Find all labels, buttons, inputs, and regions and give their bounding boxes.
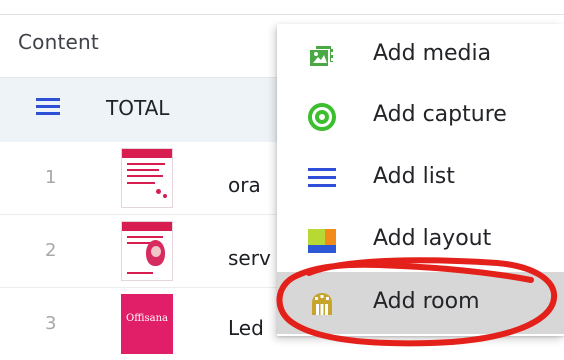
content-name[interactable]: ora — [228, 173, 261, 197]
content-title: Content — [18, 30, 99, 54]
room-icon — [308, 290, 336, 318]
capture-icon — [308, 103, 336, 131]
menu-item-label: Add capture — [373, 102, 507, 127]
thumbnail-line — [127, 236, 163, 238]
thumbnail-line — [127, 163, 165, 165]
thumbnail-header — [122, 149, 172, 158]
row-number: 1 — [45, 167, 57, 188]
menu-item-label: Add layout — [373, 226, 492, 251]
add-layout-menu-item[interactable]: Add layout — [277, 209, 564, 271]
list-line-icon — [308, 184, 336, 187]
list-icon — [308, 165, 336, 193]
add-list-menu-item[interactable]: Add list — [277, 147, 564, 209]
row-number: 2 — [45, 240, 57, 261]
total-column-header: TOTAL — [106, 96, 170, 120]
thumbnail-header — [122, 222, 172, 231]
thumbnail-portrait — [146, 240, 165, 266]
thumbnail-dot — [163, 194, 167, 198]
thumbnail-line — [127, 182, 155, 184]
list-line-icon — [308, 168, 336, 171]
thumbnail-brand-text: Offisana — [126, 313, 168, 324]
menu-line-icon — [36, 112, 60, 115]
thumbnail-line — [127, 169, 159, 171]
layout-panel-icon — [308, 245, 336, 253]
add-room-menu-item[interactable]: Add room — [277, 272, 564, 334]
content-editor-screen: Content TOTAL 1 ora 2 serv 3 Offisana Le… — [0, 0, 564, 360]
add-content-dropdown-menu[interactable]: Add media Add capture Add list Add layou… — [277, 24, 564, 336]
list-line-icon — [308, 176, 336, 179]
thumbnail-dot — [156, 189, 161, 194]
row-number: 3 — [45, 313, 57, 334]
content-thumbnail[interactable]: Offisana — [121, 294, 173, 354]
menu-item-label: Add list — [373, 164, 455, 189]
thumbnail-line — [127, 272, 153, 274]
menu-line-icon — [36, 98, 60, 101]
menu-line-icon — [36, 105, 60, 108]
add-media-menu-item[interactable]: Add media — [277, 24, 564, 86]
menu-item-label: Add room — [373, 289, 480, 314]
media-icon — [308, 42, 336, 70]
layout-icon — [308, 229, 336, 253]
content-name[interactable]: Led — [228, 316, 264, 340]
thumbnail-line — [127, 175, 163, 177]
top-toolbar-strip — [0, 0, 564, 15]
content-name[interactable]: serv — [228, 246, 271, 270]
add-capture-menu-item[interactable]: Add capture — [277, 85, 564, 147]
table-menu-icon[interactable] — [36, 98, 60, 116]
content-thumbnail[interactable] — [121, 221, 173, 281]
menu-item-label: Add media — [373, 41, 492, 66]
content-thumbnail[interactable] — [121, 148, 173, 208]
